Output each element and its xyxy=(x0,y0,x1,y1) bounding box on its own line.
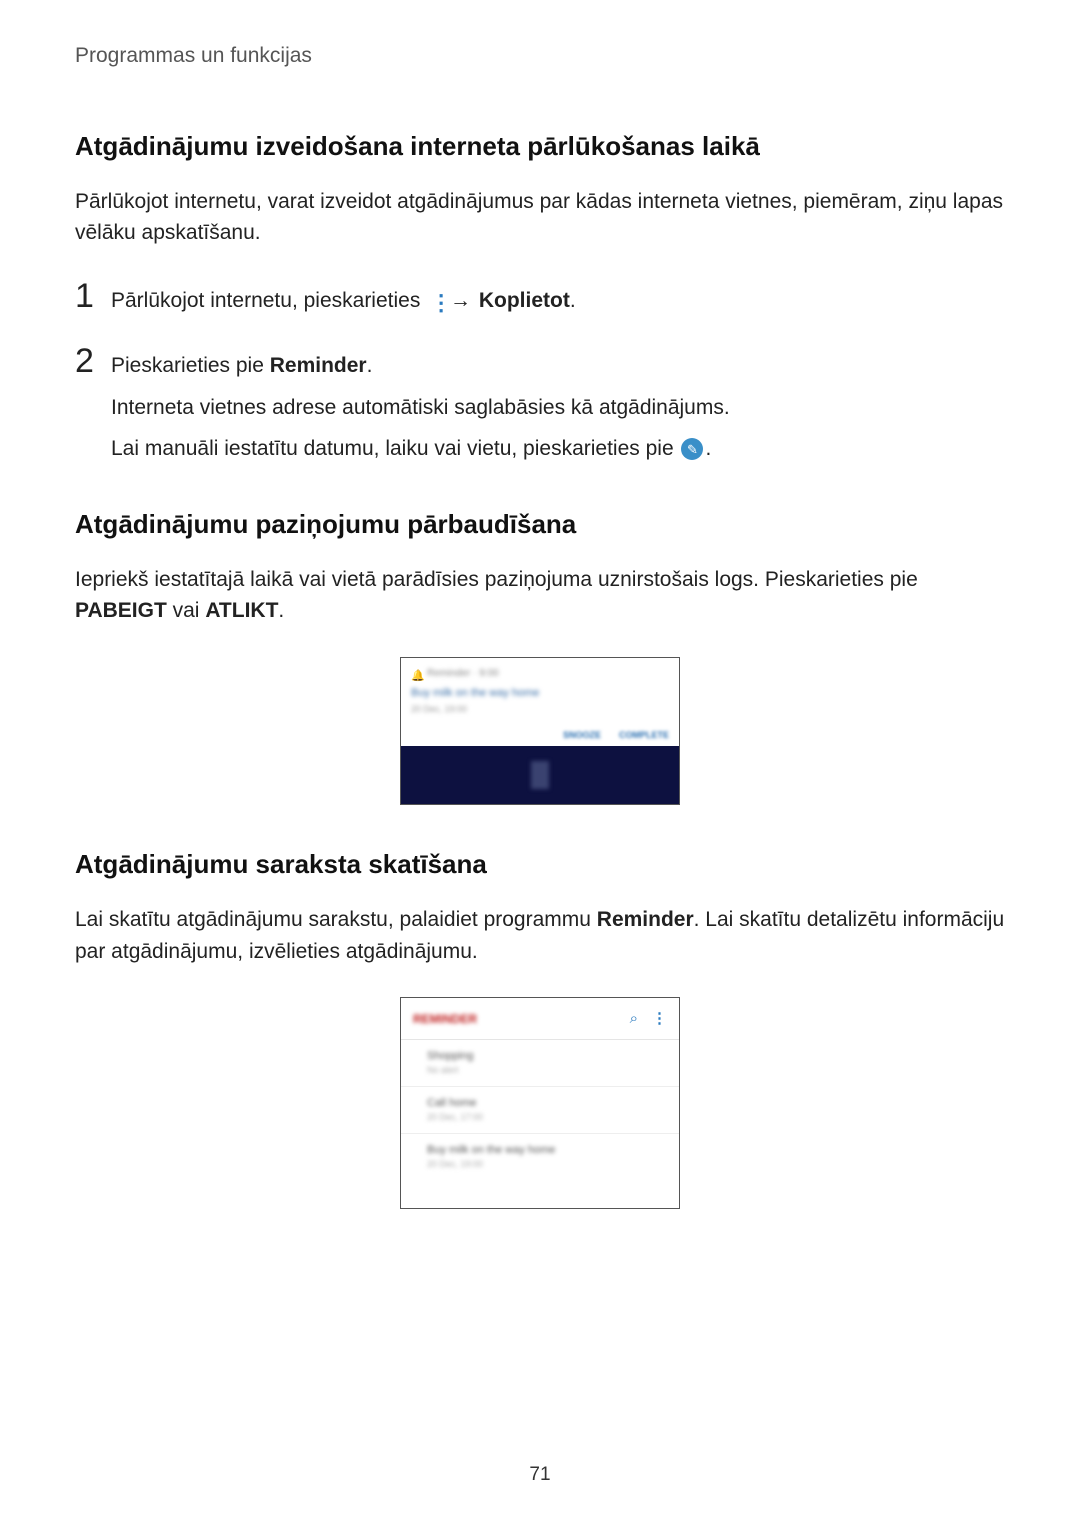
section-check-notifications: Atgādinājumu paziņojumu pārbaudīšana Iep… xyxy=(75,505,1005,806)
heading-create-reminder: Atgādinājumu izveidošana interneta pārlū… xyxy=(75,127,1005,166)
heading-check-notifications: Atgādinājumu paziņojumu pārbaudīšana xyxy=(75,505,1005,544)
check-notif-para: Iepriekš iestatītajā laikā vai vietā par… xyxy=(75,564,1005,627)
fig2-item1-title: Shopping xyxy=(427,1048,667,1065)
more-vert-icon: ⋮ xyxy=(652,1008,667,1031)
list-item: Shopping No alert xyxy=(401,1040,679,1087)
step-1: 1 Pārlūkojot internetu, pieskarieties → … xyxy=(75,279,1005,317)
bold-atlikt: ATLIKT xyxy=(205,599,278,622)
figure-reminder-list: REMINDER ⌕ ⋮ Shopping No alert Call home… xyxy=(400,997,680,1209)
step2-sub2: Lai manuāli iestatītu datumu, laiku vai … xyxy=(111,433,1005,465)
step1-text-pre: Pārlūkojot internetu, pieskarieties xyxy=(111,289,426,312)
page-number: 71 xyxy=(0,1461,1080,1490)
step2-pre: Pieskarieties pie xyxy=(111,354,270,377)
fig1-action-complete: COMPLETE xyxy=(619,729,669,743)
fig1-subtitle: 20 Dec, 19:00 xyxy=(411,703,669,717)
step-number-2: 2 xyxy=(75,344,111,378)
step2-reminder-label: Reminder xyxy=(270,354,367,377)
heading-view-list: Atgādinājumu saraksta skatīšana xyxy=(75,845,1005,884)
section-view-reminder-list: Atgādinājumu saraksta skatīšana Lai skat… xyxy=(75,845,1005,1209)
bell-icon: 🔔 xyxy=(411,668,421,678)
breadcrumb: Programmas un funkcijas xyxy=(75,40,1005,72)
list-item: Buy milk on the way home 20 Dec, 19:00 xyxy=(401,1134,679,1180)
list-item: Call home 20 Dec, 17:00 xyxy=(401,1087,679,1134)
step2-sub1: Interneta vietnes adrese automātiski sag… xyxy=(111,392,1005,424)
view-pre: Lai skatītu atgādinājumu sarakstu, palai… xyxy=(75,908,597,931)
check-pre: Iepriekš iestatītajā laikā vai vietā par… xyxy=(75,568,918,591)
fig2-title: REMINDER xyxy=(413,1010,477,1028)
fig1-dark-bar xyxy=(401,746,679,804)
clock-icon: ✎ xyxy=(681,438,703,460)
fig2-item3-sub: 20 Dec, 19:00 xyxy=(427,1158,667,1172)
arrow-icon: → xyxy=(450,289,471,312)
fig2-item3-title: Buy milk on the way home xyxy=(427,1142,667,1159)
step-number-1: 1 xyxy=(75,279,111,313)
search-icon: ⌕ xyxy=(630,1008,638,1031)
step2-post: . xyxy=(367,354,373,377)
check-post: . xyxy=(278,599,284,622)
fig1-title: Buy milk on the way home xyxy=(411,685,669,702)
intro-para: Pārlūkojot internetu, varat izveidot atg… xyxy=(75,186,1005,249)
fig2-item1-sub: No alert xyxy=(427,1064,667,1078)
view-list-para: Lai skatītu atgādinājumu sarakstu, palai… xyxy=(75,904,1005,967)
step-2: 2 Pieskarieties pie Reminder. xyxy=(75,344,1005,382)
step2-sub2-post: . xyxy=(705,437,711,460)
bold-reminder-app: Reminder xyxy=(597,908,694,931)
figure-notification-popup: 🔔 Reminder · 9:00 Buy milk on the way ho… xyxy=(400,657,680,806)
step1-share-label: Koplietot xyxy=(479,289,570,312)
fig1-status-text: Reminder · 9:00 xyxy=(427,666,499,681)
fig2-item2-title: Call home xyxy=(427,1095,667,1112)
section-create-reminder-browse: Atgādinājumu izveidošana interneta pārlū… xyxy=(75,127,1005,465)
step2-sub2-pre: Lai manuāli iestatītu datumu, laiku vai … xyxy=(111,437,679,460)
bold-pabeigt: PABEIGT xyxy=(75,599,167,622)
mid-vai: vai xyxy=(167,599,206,622)
fig1-action-snooze: SNOOZE xyxy=(563,729,601,743)
more-vert-icon xyxy=(428,291,440,311)
fig2-item2-sub: 20 Dec, 17:00 xyxy=(427,1111,667,1125)
step1-post: . xyxy=(570,289,576,312)
